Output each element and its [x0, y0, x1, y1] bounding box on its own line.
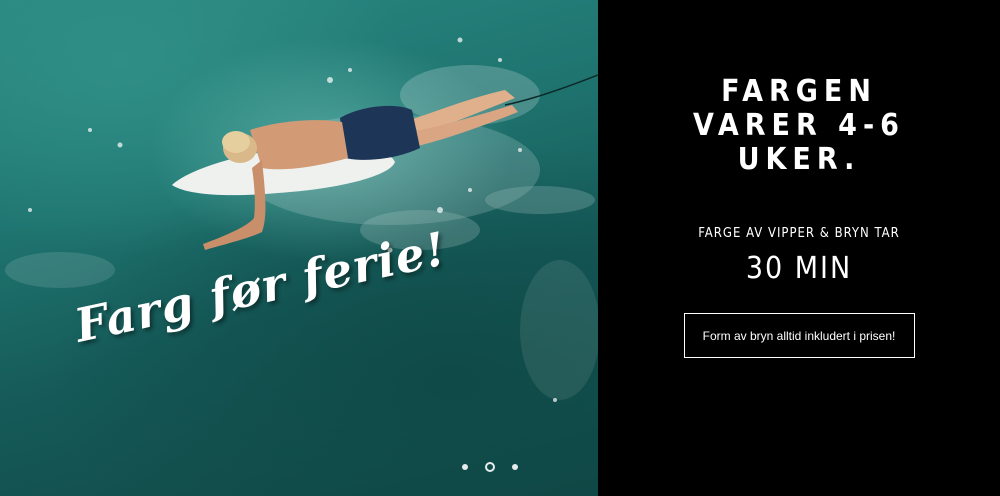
- brow-shaping-cta-button[interactable]: Form av bryn alltid inkludert i prisen!: [683, 313, 915, 358]
- hero-image: Farg før ferie!: [0, 0, 598, 496]
- slider-pagination: [462, 462, 518, 472]
- slider-dot-2-active[interactable]: [485, 462, 495, 472]
- slider-dot-1[interactable]: [462, 464, 468, 470]
- surfer-illustration: [5, 37, 598, 402]
- subhead: FARGE AV VIPPER & BRYN TAR: [698, 226, 900, 241]
- info-panel: FARGEN VARER 4-6 UKER. FARGE AV VIPPER &…: [598, 0, 1000, 496]
- promo-banner: Farg før ferie! FARGEN VARER 4-6 UKER. F…: [0, 0, 1000, 496]
- headline: FARGEN VARER 4-6 UKER.: [693, 74, 905, 177]
- slider-dot-3[interactable]: [512, 464, 518, 470]
- duration-label: 30 MIN: [745, 251, 853, 286]
